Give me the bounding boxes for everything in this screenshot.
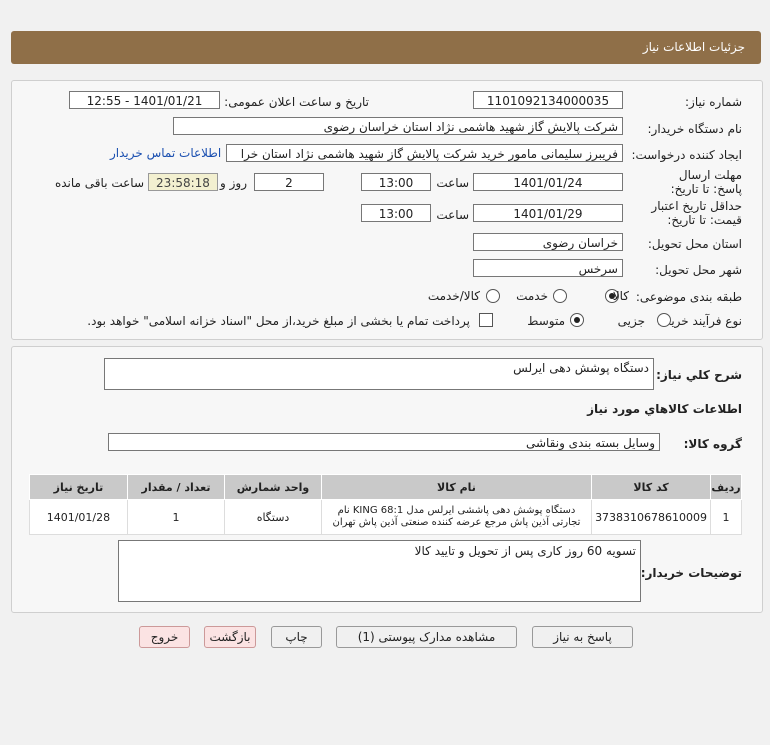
category-option-both: کالا/خدمت	[427, 289, 480, 303]
buyer-notes-label: توضیحات خریدار:	[640, 566, 742, 580]
summary-field: دستگاه پوشش دهی ایرلس	[104, 358, 654, 390]
items-table: ردیف کد کالا نام کالا واحد شمارش تعداد /…	[29, 474, 742, 535]
buyer-field: شرکت پالایش گاز شهید هاشمی نژاد استان خر…	[173, 117, 623, 135]
cell-name-line2: تجارتی آذین پاش مرجع عرضه کننده صنعتی آذ…	[332, 517, 581, 528]
validity-time-field: 13:00	[361, 204, 431, 222]
header-date: تاریخ نیاز	[29, 474, 128, 500]
page-title: جزئیات اطلاعات نیاز	[642, 40, 745, 54]
buyer-notes-field: تسویه 60 روز کاری پس از تحویل و تایید کا…	[118, 540, 641, 602]
category-radio-both[interactable]	[486, 289, 500, 303]
deadline-label: مهلت ارسال پاسخ: تا تاریخ:	[670, 168, 742, 196]
exit-button[interactable]: خروج	[139, 626, 190, 648]
creator-field: فریبرز سلیمانی مامور خرید شرکت پالایش گا…	[226, 144, 623, 162]
page-header: جزئیات اطلاعات نیاز	[11, 31, 761, 64]
province-label: استان محل تحویل:	[647, 237, 742, 251]
treasury-note: پرداخت تمام یا بخشی از مبلغ خرید،از محل …	[87, 314, 470, 328]
cell-date: 1401/01/28	[29, 499, 128, 535]
validity-date-field: 1401/01/29	[473, 204, 623, 222]
goods-info-title: اطلاعات کالاهاي مورد نياز	[587, 402, 742, 416]
process-option-medium: متوسط	[527, 314, 565, 328]
days-label: روز و	[220, 176, 247, 190]
header-unit: واحد شمارش	[224, 474, 322, 500]
cell-name: دستگاه پوشش دهی پاششی ایرلس مدل KING 68:…	[320, 499, 593, 535]
cell-unit: دستگاه	[224, 499, 322, 535]
header-code: کد کالا	[591, 474, 712, 500]
process-radio-minor[interactable]	[657, 313, 671, 327]
buyer-contact-link[interactable]: اطلاعات تماس خریدار	[110, 146, 221, 160]
category-option-goods: کالا	[612, 289, 629, 303]
buyer-label: نام دستگاه خریدار:	[647, 122, 743, 136]
validity-time-label: ساعت	[436, 208, 469, 222]
group-label: گروه کالا:	[683, 437, 742, 451]
process-option-minor: جزیی	[617, 314, 645, 328]
process-radio-medium[interactable]	[570, 313, 584, 327]
summary-label: شرح کلي نياز:	[656, 368, 742, 382]
category-label: طبقه بندی موضوعی:	[635, 290, 742, 304]
cell-row-number: 1	[710, 499, 742, 535]
attachments-button[interactable]: مشاهده مدارک پیوستی (1)	[336, 626, 517, 648]
header-name: نام کالا	[320, 474, 593, 500]
table-header-row: ردیف کد کالا نام کالا واحد شمارش تعداد /…	[29, 474, 742, 500]
group-field: وسایل بسته بندی ونقاشی	[108, 433, 660, 451]
creator-label: ایجاد کننده درخواست:	[631, 148, 742, 162]
category-radio-service[interactable]	[553, 289, 567, 303]
deadline-time-label: ساعت	[436, 176, 469, 190]
cell-name-line1: دستگاه پوشش دهی پاششی ایرلس مدل KING 68:…	[337, 505, 576, 516]
announce-field: 1401/01/21 - 12:55	[69, 91, 220, 109]
cell-code: 3738310678610009	[591, 499, 712, 535]
cell-qty: 1	[126, 499, 226, 535]
remaining-label: ساعت باقی مانده	[54, 176, 144, 190]
deadline-time-field: 13:00	[361, 173, 431, 191]
validity-label: حداقل تاریخ اعتبار قیمت: تا تاریخ:	[651, 199, 742, 227]
header-qty: تعداد / مقدار	[126, 474, 226, 500]
table-row: 1 3738310678610009 دستگاه پوشش دهی پاششی…	[29, 499, 742, 535]
reply-button[interactable]: پاسخ به نیاز	[532, 626, 633, 648]
treasury-checkbox[interactable]	[479, 313, 493, 327]
header-row-number: ردیف	[710, 474, 742, 500]
need-number-field: 1101092134000035	[473, 91, 623, 109]
category-option-service: خدمت	[516, 289, 548, 303]
announce-label: تاریخ و ساعت اعلان عمومی:	[224, 95, 369, 109]
deadline-date-field: 1401/01/24	[473, 173, 623, 191]
back-button[interactable]: بازگشت	[204, 626, 256, 648]
province-field: خراسان رضوی	[473, 233, 623, 251]
remaining-time-field: 23:58:18	[148, 173, 218, 191]
days-field: 2	[254, 173, 324, 191]
city-field: سرخس	[473, 259, 623, 277]
need-number-label: شماره نیاز:	[685, 95, 742, 109]
print-button[interactable]: چاپ	[271, 626, 322, 648]
city-label: شهر محل تحویل:	[655, 263, 742, 277]
